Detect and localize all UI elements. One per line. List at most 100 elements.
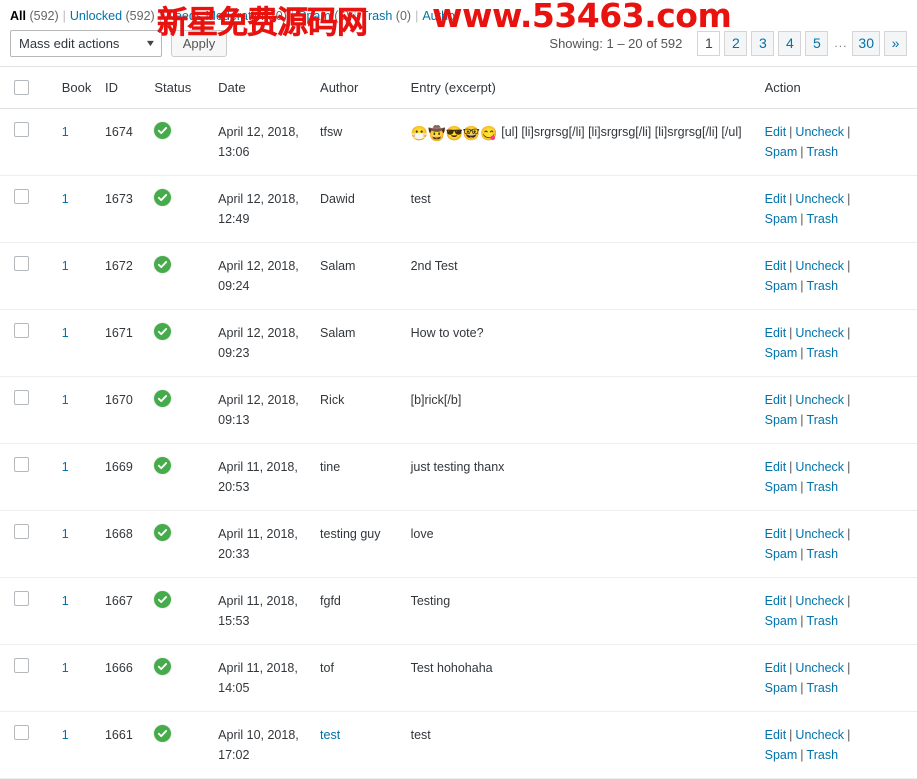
row-trash-link[interactable]: Trash bbox=[807, 346, 839, 360]
next-page-button[interactable]: » bbox=[884, 30, 907, 56]
approved-check-icon[interactable] bbox=[154, 591, 172, 608]
approved-check-icon[interactable] bbox=[154, 524, 172, 541]
row-uncheck-link[interactable]: Uncheck bbox=[795, 192, 844, 206]
row-book-link[interactable]: 1 bbox=[62, 125, 69, 139]
row-uncheck-link[interactable]: Uncheck bbox=[795, 661, 844, 675]
row-uncheck-link[interactable]: Uncheck bbox=[795, 259, 844, 273]
row-edit-link[interactable]: Edit bbox=[765, 326, 787, 340]
row-book-link[interactable]: 1 bbox=[62, 728, 69, 742]
header-id[interactable]: ID bbox=[104, 66, 155, 109]
approved-check-icon[interactable] bbox=[154, 323, 172, 340]
row-edit-link[interactable]: Edit bbox=[765, 192, 787, 206]
filter-unlocked[interactable]: Unlocked (592) bbox=[70, 9, 155, 23]
header-date[interactable]: Date bbox=[218, 66, 321, 109]
header-status[interactable]: Status bbox=[154, 66, 219, 109]
row-trash-link[interactable]: Trash bbox=[807, 145, 839, 159]
row-uncheck-link[interactable]: Uncheck bbox=[795, 594, 844, 608]
row-edit-link[interactable]: Edit bbox=[765, 460, 787, 474]
page-button-4[interactable]: 4 bbox=[778, 30, 802, 56]
approved-check-icon[interactable] bbox=[154, 658, 172, 675]
row-trash-link[interactable]: Trash bbox=[807, 614, 839, 628]
header-entry[interactable]: Entry (excerpt) bbox=[410, 66, 765, 109]
row-checkbox[interactable] bbox=[14, 256, 29, 271]
approved-check-icon[interactable] bbox=[154, 122, 172, 139]
row-spam-link[interactable]: Spam bbox=[765, 748, 798, 762]
row-book-link[interactable]: 1 bbox=[62, 594, 69, 608]
page-button-2[interactable]: 2 bbox=[724, 30, 748, 56]
row-spam-link[interactable]: Spam bbox=[765, 279, 798, 293]
row-book-link[interactable]: 1 bbox=[62, 192, 69, 206]
approved-check-icon[interactable] bbox=[154, 457, 172, 474]
row-spam-link[interactable]: Spam bbox=[765, 681, 798, 695]
row-checkbox[interactable] bbox=[14, 524, 29, 539]
row-edit-link[interactable]: Edit bbox=[765, 125, 787, 139]
row-trash-link[interactable]: Trash bbox=[807, 547, 839, 561]
row-checkbox[interactable] bbox=[14, 323, 29, 338]
row-uncheck-link[interactable]: Uncheck bbox=[795, 728, 844, 742]
row-checkbox[interactable] bbox=[14, 122, 29, 137]
row-date: April 12, 2018, 09:24 bbox=[218, 242, 321, 310]
row-spam-link[interactable]: Spam bbox=[765, 413, 798, 427]
filter-all[interactable]: All (592) bbox=[10, 9, 59, 23]
mass-edit-actions-select[interactable]: Mass edit actions ▼ bbox=[10, 29, 162, 57]
header-author[interactable]: Author bbox=[320, 66, 411, 109]
approved-check-icon[interactable] bbox=[154, 256, 172, 273]
row-edit-link[interactable]: Edit bbox=[765, 594, 787, 608]
row-trash-link[interactable]: Trash bbox=[807, 212, 839, 226]
row-checkbox[interactable] bbox=[14, 390, 29, 405]
row-edit-link[interactable]: Edit bbox=[765, 259, 787, 273]
row-checkbox[interactable] bbox=[14, 658, 29, 673]
row-trash-link[interactable]: Trash bbox=[807, 279, 839, 293]
row-trash-link[interactable]: Trash bbox=[807, 748, 839, 762]
page-button-3[interactable]: 3 bbox=[751, 30, 775, 56]
approved-check-icon[interactable] bbox=[154, 189, 172, 206]
row-spam-link[interactable]: Spam bbox=[765, 145, 798, 159]
row-author-link[interactable]: test bbox=[320, 728, 340, 742]
page-button-last[interactable]: 30 bbox=[852, 30, 880, 56]
apply-button[interactable]: Apply bbox=[171, 29, 227, 57]
row-spam-link[interactable]: Spam bbox=[765, 212, 798, 226]
row-spam-link[interactable]: Spam bbox=[765, 480, 798, 494]
row-book-link[interactable]: 1 bbox=[62, 326, 69, 340]
row-action-links: Edit | Uncheck | Spam | Trash bbox=[765, 725, 917, 765]
filter-needs-moderation[interactable]: Needs Moderation (0) bbox=[166, 9, 287, 23]
header-book[interactable]: Book bbox=[61, 66, 105, 109]
table-row: 1 1666 April 11, 2018, 14:05 tof Test hohoha… bbox=[0, 644, 917, 712]
action-separator: | bbox=[800, 480, 804, 494]
row-book-link[interactable]: 1 bbox=[62, 259, 69, 273]
row-checkbox[interactable] bbox=[14, 457, 29, 472]
row-spam-link[interactable]: Spam bbox=[765, 614, 798, 628]
approved-check-icon[interactable] bbox=[154, 390, 172, 407]
approved-check-icon[interactable] bbox=[154, 725, 172, 742]
row-status-cell bbox=[154, 510, 219, 578]
row-trash-link[interactable]: Trash bbox=[807, 413, 839, 427]
row-checkbox[interactable] bbox=[14, 189, 29, 204]
filter-trash[interactable]: Trash (0) bbox=[361, 9, 411, 23]
row-book-link[interactable]: 1 bbox=[62, 527, 69, 541]
row-checkbox[interactable] bbox=[14, 725, 29, 740]
row-spam-link[interactable]: Spam bbox=[765, 547, 798, 561]
row-edit-link[interactable]: Edit bbox=[765, 527, 787, 541]
row-edit-link[interactable]: Edit bbox=[765, 661, 787, 675]
page-button-5[interactable]: 5 bbox=[805, 30, 829, 56]
row-trash-link[interactable]: Trash bbox=[807, 681, 839, 695]
filter-spam[interactable]: Spam (6) bbox=[298, 9, 349, 23]
row-checkbox[interactable] bbox=[14, 591, 29, 606]
page-button-1[interactable]: 1 bbox=[697, 30, 721, 56]
row-edit-link[interactable]: Edit bbox=[765, 393, 787, 407]
row-uncheck-link[interactable]: Uncheck bbox=[795, 125, 844, 139]
row-uncheck-link[interactable]: Uncheck bbox=[795, 326, 844, 340]
row-status-cell bbox=[154, 443, 219, 511]
row-trash-link[interactable]: Trash bbox=[807, 480, 839, 494]
row-book-link[interactable]: 1 bbox=[62, 661, 69, 675]
filter-author[interactable]: Author bbox=[422, 9, 459, 23]
row-book-link[interactable]: 1 bbox=[62, 460, 69, 474]
row-uncheck-link[interactable]: Uncheck bbox=[795, 460, 844, 474]
select-all-checkbox[interactable] bbox=[14, 80, 29, 95]
row-uncheck-link[interactable]: Uncheck bbox=[795, 527, 844, 541]
row-edit-link[interactable]: Edit bbox=[765, 728, 787, 742]
row-date: April 10, 2018, 17:02 bbox=[218, 711, 321, 779]
row-uncheck-link[interactable]: Uncheck bbox=[795, 393, 844, 407]
row-spam-link[interactable]: Spam bbox=[765, 346, 798, 360]
row-book-link[interactable]: 1 bbox=[62, 393, 69, 407]
